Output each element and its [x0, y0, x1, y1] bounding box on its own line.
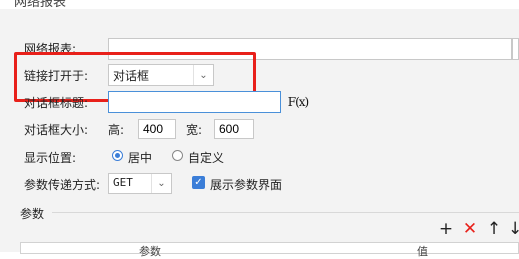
- width-input[interactable]: [214, 119, 254, 139]
- position-center-radio[interactable]: [112, 150, 123, 161]
- show-param-ui-checkbox[interactable]: ✓: [192, 176, 205, 189]
- move-down-icon[interactable]: ↓: [508, 220, 519, 238]
- dialog-size-label: 对话框大小:: [24, 123, 89, 137]
- position-label: 显示位置:: [24, 151, 77, 165]
- dialog-title-input[interactable]: [108, 91, 281, 113]
- params-section-label: 参数: [20, 207, 45, 221]
- show-param-ui-label[interactable]: 展示参数界面: [210, 176, 282, 193]
- delete-icon[interactable]: ✕: [461, 220, 479, 238]
- param-method-label: 参数传递方式:: [24, 178, 101, 192]
- position-center-label[interactable]: 居中: [128, 149, 152, 166]
- section-divider: [52, 212, 519, 213]
- position-custom-radio[interactable]: [172, 150, 183, 161]
- add-icon[interactable]: +: [437, 220, 455, 238]
- param-method-select[interactable]: GET ⌄: [108, 173, 172, 194]
- dialog-titlebar: 网络报表: [0, 0, 519, 10]
- report-picker-button[interactable]: [512, 38, 519, 60]
- param-method-value: GET: [113, 176, 133, 189]
- width-label: 宽:: [186, 123, 203, 137]
- params-col-name: 参数: [139, 245, 161, 258]
- chevron-down-icon[interactable]: ⌄: [151, 174, 171, 193]
- height-label: 高:: [108, 123, 125, 137]
- position-custom-label[interactable]: 自定义: [188, 149, 224, 166]
- params-col-value: 值: [417, 245, 428, 258]
- height-input[interactable]: [138, 119, 176, 139]
- dialog-title-label: 对话框标题:: [24, 96, 89, 110]
- formula-button[interactable]: F(x): [287, 91, 309, 113]
- move-up-icon[interactable]: ↑: [485, 220, 503, 238]
- params-table: 参数 值: [20, 242, 519, 258]
